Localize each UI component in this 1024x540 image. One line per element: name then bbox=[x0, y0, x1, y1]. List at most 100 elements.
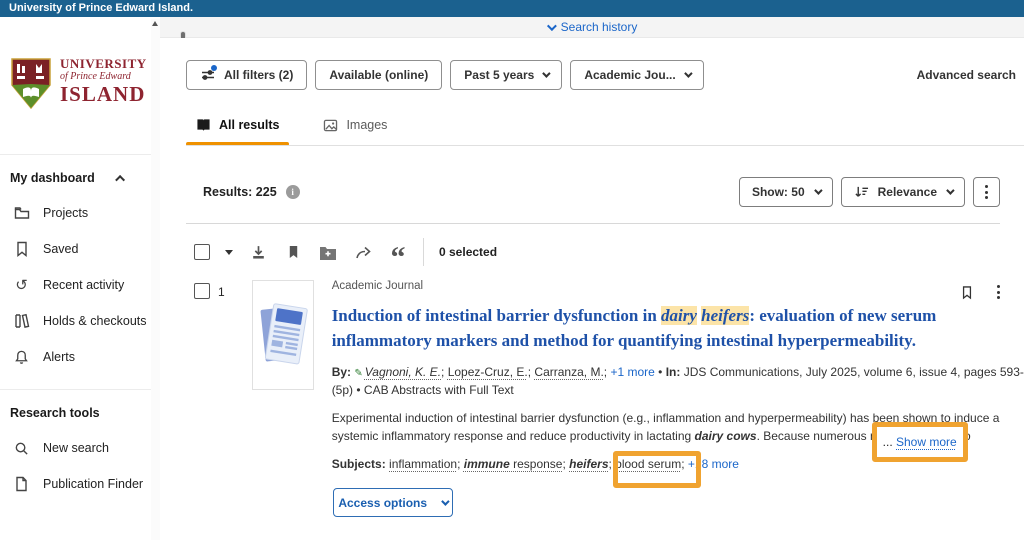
bookmark-icon[interactable] bbox=[283, 242, 303, 262]
info-icon[interactable]: i bbox=[286, 185, 300, 199]
filter-sliders-icon bbox=[200, 68, 216, 82]
show-more-annotation: ... Show more bbox=[872, 422, 968, 462]
sidebar-divider bbox=[0, 389, 151, 390]
result-byline: By: ✎Vagnoni, K. E.; Lopez-Cruz, E.; Car… bbox=[332, 364, 1004, 398]
plus-18-more-annotation bbox=[613, 451, 701, 488]
result-type-label: Academic Journal bbox=[332, 280, 1004, 292]
sidebar-header-my-dashboard[interactable]: My dashboard bbox=[0, 171, 151, 185]
document-icon bbox=[13, 476, 30, 493]
bookmark-icon bbox=[13, 241, 30, 258]
saved-label: Saved bbox=[43, 242, 78, 256]
scroll-up-arrow-icon[interactable] bbox=[152, 21, 158, 26]
results-divider bbox=[186, 223, 1000, 224]
filter-chip-past-5-years[interactable]: Past 5 years bbox=[450, 60, 562, 90]
sidebar-item-publication-finder[interactable]: Publication Finder bbox=[0, 466, 151, 502]
available-online-label: Available (online) bbox=[329, 68, 428, 82]
advanced-search-link[interactable]: Advanced search bbox=[917, 68, 1016, 82]
select-dropdown-caret-icon[interactable] bbox=[225, 250, 233, 255]
new-search-label: New search bbox=[43, 441, 109, 455]
filter-chip-available-online[interactable]: Available (online) bbox=[315, 60, 442, 90]
sort-dropdown[interactable]: Relevance bbox=[841, 177, 965, 207]
main-content: All filters (2) Available (online) Past … bbox=[160, 38, 1024, 540]
search-history-bar: Search history bbox=[160, 17, 1024, 38]
projects-label: Projects bbox=[43, 206, 88, 220]
chevron-down-icon bbox=[542, 69, 550, 77]
chevron-down-icon bbox=[441, 497, 449, 505]
result-body: Academic Journal Induction of intestinal… bbox=[332, 280, 1004, 517]
show-more-link[interactable]: ... Show more bbox=[883, 435, 957, 449]
filter-active-dot bbox=[211, 65, 217, 71]
filter-chip-source-type[interactable]: Academic Jou... bbox=[570, 60, 703, 90]
sidebar-scrollbar[interactable] bbox=[151, 19, 160, 540]
logo-line2: of Prince Edward bbox=[60, 72, 147, 82]
sidebar-item-alerts[interactable]: Alerts bbox=[0, 339, 151, 375]
search-history-link[interactable]: Search history bbox=[547, 20, 638, 34]
selected-count: 0 selected bbox=[439, 245, 497, 259]
result-thumbnail[interactable] bbox=[252, 280, 314, 390]
bulk-action-toolbar: “ 0 selected bbox=[186, 238, 1024, 266]
all-filters-button[interactable]: All filters (2) bbox=[186, 60, 307, 90]
research-tools-label: Research tools bbox=[10, 406, 100, 420]
chevron-down-icon bbox=[684, 69, 692, 77]
result-checkbox[interactable] bbox=[194, 283, 210, 299]
institution-banner: University of Prince Edward Island. bbox=[0, 0, 1024, 17]
sidebar-item-new-search[interactable]: New search bbox=[0, 430, 151, 466]
sidebar-divider bbox=[0, 154, 151, 155]
recent-activity-label: Recent activity bbox=[43, 278, 124, 292]
logo-line3: ISLAND bbox=[60, 84, 147, 105]
search-icon bbox=[13, 440, 30, 457]
all-filters-label: All filters (2) bbox=[224, 68, 293, 82]
history-icon: ↺ bbox=[13, 277, 30, 294]
sidebar-section-research-tools: Research tools New search Publication Fi… bbox=[0, 406, 151, 502]
library-books-icon bbox=[13, 313, 30, 330]
share-icon[interactable] bbox=[353, 242, 373, 262]
publication-finder-label: Publication Finder bbox=[43, 477, 143, 491]
sidebar-header-research-tools: Research tools bbox=[0, 406, 151, 420]
cite-icon[interactable]: “ bbox=[388, 242, 408, 262]
my-dashboard-label: My dashboard bbox=[10, 171, 95, 185]
past-5-years-label: Past 5 years bbox=[464, 68, 534, 82]
sidebar-item-saved[interactable]: Saved bbox=[0, 231, 151, 267]
chevron-down-icon bbox=[814, 186, 822, 194]
upei-crest-icon bbox=[9, 57, 53, 111]
sidebar-section-dashboard: My dashboard Projects Saved bbox=[0, 171, 151, 375]
all-results-tab-label: All results bbox=[219, 118, 279, 132]
result-item: 1 Academic Journal bbox=[186, 280, 1024, 517]
upei-logo: UNIVERSITY of Prince Edward ISLAND bbox=[9, 57, 151, 111]
images-tab-label: Images bbox=[346, 118, 387, 132]
show-per-page-dropdown[interactable]: Show: 50 bbox=[739, 177, 833, 207]
select-all-checkbox[interactable] bbox=[194, 244, 210, 260]
access-options-label: Access options bbox=[338, 496, 427, 510]
results-header: Results: 225 i Show: 50 Relevance bbox=[186, 177, 1024, 207]
results-count: Results: 225 bbox=[203, 185, 277, 199]
show-per-page-label: Show: 50 bbox=[752, 185, 805, 199]
result-kebab-icon[interactable] bbox=[997, 285, 1000, 299]
toolbar-separator bbox=[423, 238, 424, 266]
chevron-down-icon bbox=[946, 186, 954, 194]
access-options-button[interactable]: Access options bbox=[333, 488, 453, 517]
results-tabs: All results Images bbox=[186, 118, 1024, 146]
bookmark-icon[interactable] bbox=[957, 282, 977, 302]
sidebar-item-holds-checkouts[interactable]: Holds & checkouts bbox=[0, 303, 151, 339]
chevron-up-icon bbox=[115, 174, 125, 184]
tab-all-results[interactable]: All results bbox=[186, 118, 289, 146]
upei-wordmark: UNIVERSITY of Prince Edward ISLAND bbox=[60, 57, 147, 105]
sidebar-item-recent-activity[interactable]: ↺ Recent activity bbox=[0, 267, 151, 303]
sort-icon bbox=[854, 185, 869, 199]
results-overflow-menu-button[interactable] bbox=[973, 177, 1000, 207]
tab-images[interactable]: Images bbox=[313, 118, 397, 146]
bell-icon bbox=[13, 349, 30, 366]
image-icon bbox=[323, 119, 338, 132]
result-title[interactable]: Induction of intestinal barrier dysfunct… bbox=[332, 303, 1004, 353]
result-number: 1 bbox=[218, 283, 225, 299]
download-icon[interactable] bbox=[248, 242, 268, 262]
sidebar-item-projects[interactable]: Projects bbox=[0, 195, 151, 231]
logo-line1: UNIVERSITY bbox=[60, 57, 147, 70]
sidebar: UNIVERSITY of Prince Edward ISLAND My da… bbox=[0, 17, 151, 540]
folder-icon bbox=[13, 205, 30, 222]
chevron-down-icon bbox=[547, 21, 557, 31]
academic-journals-label: Academic Jou... bbox=[584, 68, 675, 82]
kebab-icon bbox=[985, 185, 988, 199]
holds-checkouts-label: Holds & checkouts bbox=[43, 314, 147, 328]
add-to-folder-icon[interactable] bbox=[318, 242, 338, 262]
